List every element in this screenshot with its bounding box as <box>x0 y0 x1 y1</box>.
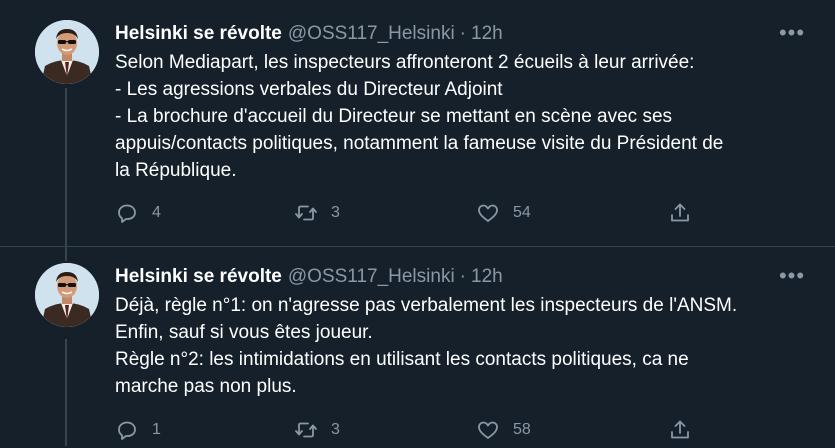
avatar[interactable] <box>35 20 99 84</box>
action-bar: 1 3 58 <box>115 418 705 448</box>
reply-button[interactable]: 1 <box>115 418 161 442</box>
retweet-icon <box>295 422 317 438</box>
share-icon <box>671 420 689 439</box>
separator: · <box>459 23 466 44</box>
tweet-text: Déjà, règle n°1: on n'agresse pas verbal… <box>115 292 805 400</box>
author-handle[interactable]: @OSS117_Helsinki <box>288 266 455 288</box>
retweet-icon <box>295 205 317 221</box>
share-button[interactable] <box>668 418 692 442</box>
thread-connector <box>65 247 67 261</box>
action-bar: 4 3 54 <box>115 201 705 231</box>
more-icon[interactable]: ••• <box>779 20 805 46</box>
like-button[interactable]: 58 <box>476 418 531 442</box>
timeline: Helsinki se révolte @OSS117_Helsinki · 1… <box>0 0 835 446</box>
tweet-text-line: - Les agressions verbales du Directeur A… <box>115 79 503 100</box>
retweet-count: 3 <box>331 204 340 221</box>
tweet-text-line: Selon Mediapart, les inspecteurs affront… <box>115 52 695 73</box>
tweet-content: Helsinki se révolte @OSS117_Helsinki · 1… <box>115 20 805 184</box>
tweet[interactable]: Helsinki se révolte @OSS117_Helsinki · 1… <box>0 247 835 446</box>
tweet-text-line: la République. <box>115 160 237 181</box>
timestamp[interactable]: 12h <box>471 266 503 288</box>
thread-connector <box>65 339 67 446</box>
tweet-text-line: Déjà, règle n°1: on n'agresse pas verbal… <box>115 295 738 316</box>
retweet-button[interactable]: 3 <box>294 418 340 442</box>
reply-icon <box>118 421 136 440</box>
author-name[interactable]: Helsinki se révolte <box>115 23 282 45</box>
timestamp[interactable]: 12h <box>471 23 503 45</box>
like-count: 54 <box>513 204 531 221</box>
reply-count: 4 <box>152 204 161 221</box>
more-icon[interactable]: ••• <box>779 263 805 289</box>
tweet-content: Helsinki se révolte @OSS117_Helsinki · 1… <box>115 263 805 400</box>
tweet-text-line: Enfin, sauf si vous êtes joueur. <box>115 322 373 343</box>
tweet-text-line: appuis/contacts politiques, notamment la… <box>115 133 724 154</box>
avatar[interactable] <box>35 263 99 327</box>
reply-button[interactable]: 4 <box>115 201 161 225</box>
reply-count: 1 <box>152 421 161 438</box>
share-icon <box>671 203 689 222</box>
like-count: 58 <box>513 421 531 438</box>
like-icon <box>478 204 498 222</box>
tweet-text-line: marche pas non plus. <box>115 376 297 397</box>
tweet-text: Selon Mediapart, les inspecteurs affront… <box>115 49 805 184</box>
retweet-button[interactable]: 3 <box>294 201 340 225</box>
share-button[interactable] <box>668 201 692 225</box>
tweet-header: Helsinki se révolte @OSS117_Helsinki · 1… <box>115 263 805 291</box>
separator: · <box>459 266 466 287</box>
thread-connector <box>65 88 67 246</box>
like-icon <box>478 421 498 439</box>
retweet-count: 3 <box>331 421 340 438</box>
tweet[interactable]: Helsinki se révolte @OSS117_Helsinki · 1… <box>0 0 835 247</box>
like-button[interactable]: 54 <box>476 201 531 225</box>
tweet-header: Helsinki se révolte @OSS117_Helsinki · 1… <box>115 20 805 48</box>
tweet-text-line: Règle n°2: les intimidations en utilisan… <box>115 349 689 370</box>
tweet-text-line: - La brochure d'accueil du Directeur se … <box>115 106 673 127</box>
author-handle[interactable]: @OSS117_Helsinki <box>288 23 455 45</box>
author-name[interactable]: Helsinki se révolte <box>115 266 282 288</box>
reply-icon <box>118 204 136 223</box>
